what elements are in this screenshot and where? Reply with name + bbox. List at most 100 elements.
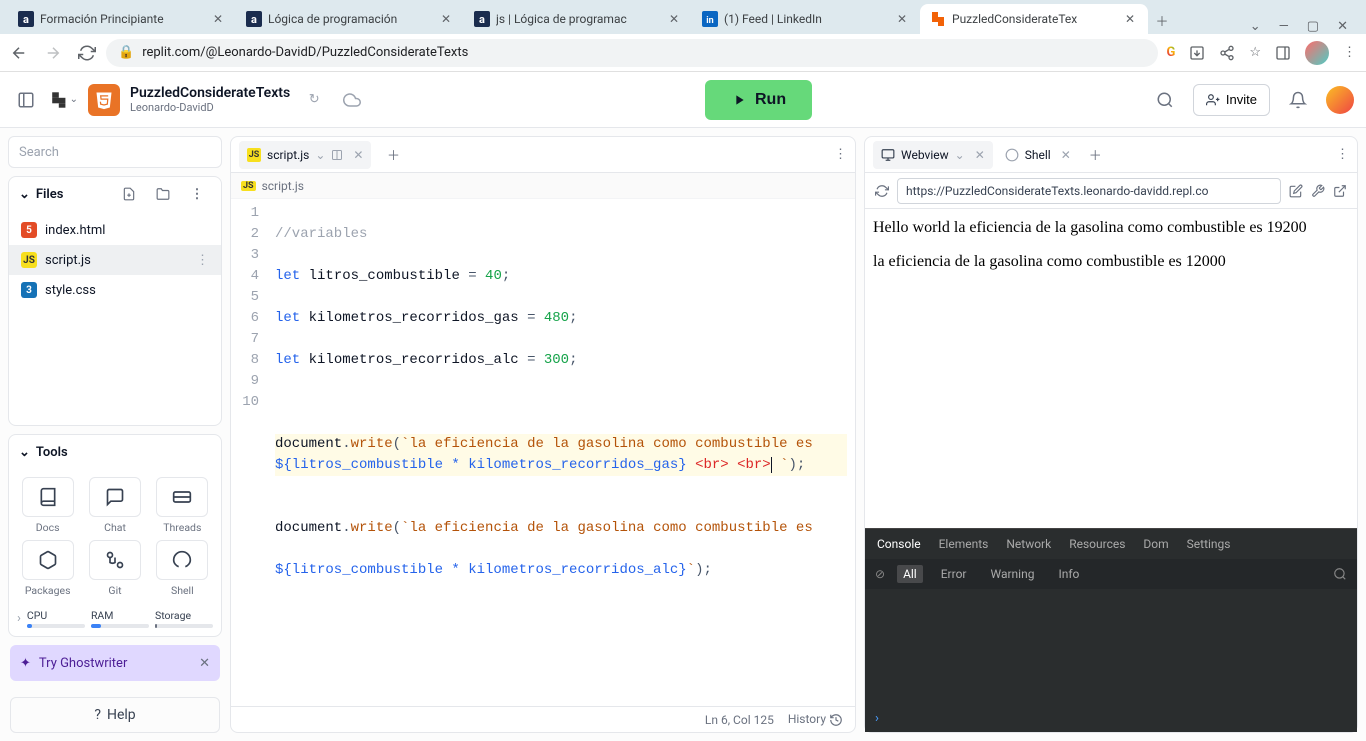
kebab-icon[interactable]: ⋮ xyxy=(196,253,209,268)
close-icon[interactable]: ✕ xyxy=(666,11,682,27)
share-icon[interactable] xyxy=(1219,45,1235,61)
external-link-icon[interactable] xyxy=(1333,184,1347,198)
filter-all[interactable]: All xyxy=(897,565,923,583)
tool-packages[interactable] xyxy=(22,540,74,580)
browser-tab-2[interactable]: a js | Lógica de programac ✕ xyxy=(464,4,692,34)
console-prompt[interactable]: › xyxy=(865,704,1357,732)
sidebar-toggle-icon[interactable] xyxy=(12,86,40,114)
close-icon[interactable]: ✕ xyxy=(894,11,910,27)
project-title[interactable]: PuzzledConsiderateTexts Leonardo-DavidD xyxy=(130,85,290,114)
install-icon[interactable] xyxy=(1189,45,1205,61)
close-icon[interactable]: ✕ xyxy=(199,656,210,671)
filter-error[interactable]: Error xyxy=(935,565,973,583)
add-tab-button[interactable]: ＋ xyxy=(381,145,405,164)
chevron-down-icon[interactable]: ⌄ xyxy=(1250,19,1261,34)
close-icon[interactable]: ✕ xyxy=(1122,11,1138,27)
dt-tab-elements[interactable]: Elements xyxy=(939,537,989,551)
stat-cpu[interactable]: CPU xyxy=(27,609,85,628)
tool-label: Shell xyxy=(171,584,194,597)
stat-ram[interactable]: RAM xyxy=(91,609,149,628)
stat-storage[interactable]: Storage xyxy=(155,609,213,628)
dt-tab-console[interactable]: Console xyxy=(877,537,921,551)
search-icon[interactable] xyxy=(1333,567,1347,581)
browser-tab-3[interactable]: in (1) Feed | LinkedIn ✕ xyxy=(692,4,920,34)
maximize-icon[interactable]: ▢ xyxy=(1307,19,1319,34)
browser-tab-strip: a Formación Principiante ✕ a Lógica de p… xyxy=(0,0,1366,34)
tool-git[interactable] xyxy=(89,540,141,580)
close-icon[interactable]: ✕ xyxy=(1061,148,1071,162)
run-button[interactable]: Run xyxy=(705,80,812,120)
kebab-icon[interactable]: ⋮ xyxy=(183,180,211,208)
filter-warning[interactable]: Warning xyxy=(984,565,1040,583)
editor-tab-script-js[interactable]: JS script.js ⌄ ✕ xyxy=(239,141,371,169)
browser-tab-0[interactable]: a Formación Principiante ✕ xyxy=(8,4,236,34)
kebab-icon[interactable]: ⋮ xyxy=(834,147,847,162)
tool-shell[interactable] xyxy=(156,540,208,580)
side-panel-icon[interactable] xyxy=(331,149,343,161)
devtools-filters: ⊘ All Error Warning Info xyxy=(865,559,1357,589)
bell-icon[interactable] xyxy=(1284,86,1312,114)
add-tab-button[interactable]: ＋ xyxy=(1083,145,1108,164)
breadcrumb: JS script.js xyxy=(231,173,855,199)
reload-button[interactable] xyxy=(78,44,98,62)
url-input[interactable]: 🔒 replit.com/@Leonardo-DavidD/PuzzledCon… xyxy=(106,39,1158,67)
edit-icon[interactable] xyxy=(1289,184,1303,198)
bookmark-icon[interactable]: ☆ xyxy=(1249,45,1261,60)
ghostwriter-banner[interactable]: ✦ Try Ghostwriter ✕ xyxy=(10,645,220,681)
search-icon[interactable] xyxy=(1151,86,1179,114)
close-icon[interactable]: ✕ xyxy=(975,148,985,162)
user-avatar[interactable] xyxy=(1326,86,1354,114)
cloud-sync-icon[interactable] xyxy=(338,86,366,114)
project-owner: Leonardo-DavidD xyxy=(130,101,290,114)
close-window-icon[interactable]: ✕ xyxy=(1337,19,1348,34)
reload-icon[interactable] xyxy=(875,184,889,198)
new-file-icon[interactable] xyxy=(115,180,143,208)
search-input[interactable]: Search xyxy=(8,136,222,168)
side-panel-icon[interactable] xyxy=(1275,45,1291,61)
minimize-icon[interactable]: — xyxy=(1279,19,1289,34)
history-button[interactable]: History xyxy=(788,712,843,727)
tab-webview[interactable]: Webview ⌄ ✕ xyxy=(873,141,993,169)
svg-text:a: a xyxy=(23,13,29,26)
tool-threads[interactable] xyxy=(156,477,208,517)
invite-button[interactable]: Invite xyxy=(1193,84,1270,116)
tool-chat[interactable] xyxy=(89,477,141,517)
profile-avatar[interactable] xyxy=(1305,41,1329,65)
dt-tab-network[interactable]: Network xyxy=(1006,537,1051,551)
browser-tab-4[interactable]: PuzzledConsiderateTex ✕ xyxy=(920,4,1148,34)
close-icon[interactable]: ✕ xyxy=(353,148,363,162)
lock-icon: 🔒 xyxy=(118,45,134,60)
filter-info[interactable]: Info xyxy=(1052,565,1085,583)
file-item-index-html[interactable]: 5 index.html xyxy=(9,215,221,245)
new-folder-icon[interactable] xyxy=(149,180,177,208)
help-button[interactable]: ? Help xyxy=(10,697,220,733)
tools-header[interactable]: ⌄ Tools xyxy=(9,435,221,469)
close-icon[interactable]: ✕ xyxy=(210,11,226,27)
tab-shell[interactable]: Shell ✕ xyxy=(997,141,1079,169)
close-icon[interactable]: ✕ xyxy=(438,11,454,27)
back-button[interactable] xyxy=(10,44,30,62)
dt-tab-resources[interactable]: Resources xyxy=(1069,537,1125,551)
chevron-down-icon[interactable]: ⌄ xyxy=(955,148,965,162)
code-editor[interactable]: 1 2 3 4 5 6 7 8 9 10 //variables let lit… xyxy=(231,199,855,706)
chevron-down-icon[interactable]: ⌄ xyxy=(315,148,325,162)
sync-icon[interactable]: ↻ xyxy=(300,86,328,114)
google-icon[interactable]: G xyxy=(1166,45,1175,60)
new-tab-button[interactable]: ＋ xyxy=(1148,6,1176,34)
wrench-icon[interactable] xyxy=(1311,184,1325,198)
tool-label: Packages xyxy=(25,584,71,597)
kebab-icon[interactable]: ⋮ xyxy=(1336,147,1349,162)
browser-tab-1[interactable]: a Lógica de programación ✕ xyxy=(236,4,464,34)
file-item-script-js[interactable]: JS script.js ⋮ xyxy=(9,245,221,275)
forward-button[interactable] xyxy=(44,44,64,62)
files-header[interactable]: ⌄ Files ⋮ xyxy=(9,177,221,211)
tool-docs[interactable] xyxy=(22,477,74,517)
dt-tab-settings[interactable]: Settings xyxy=(1187,537,1231,551)
file-item-style-css[interactable]: 3 style.css xyxy=(9,275,221,305)
no-entry-icon[interactable]: ⊘ xyxy=(875,567,885,581)
dt-tab-dom[interactable]: Dom xyxy=(1143,537,1168,551)
kebab-icon[interactable]: ⋮ xyxy=(1343,45,1356,60)
replit-logo-icon[interactable]: ⌄ xyxy=(50,86,78,114)
webview-url-input[interactable]: https://PuzzledConsiderateTexts.leonardo… xyxy=(897,178,1281,204)
line-gutter: 1 2 3 4 5 6 7 8 9 10 xyxy=(231,199,267,706)
